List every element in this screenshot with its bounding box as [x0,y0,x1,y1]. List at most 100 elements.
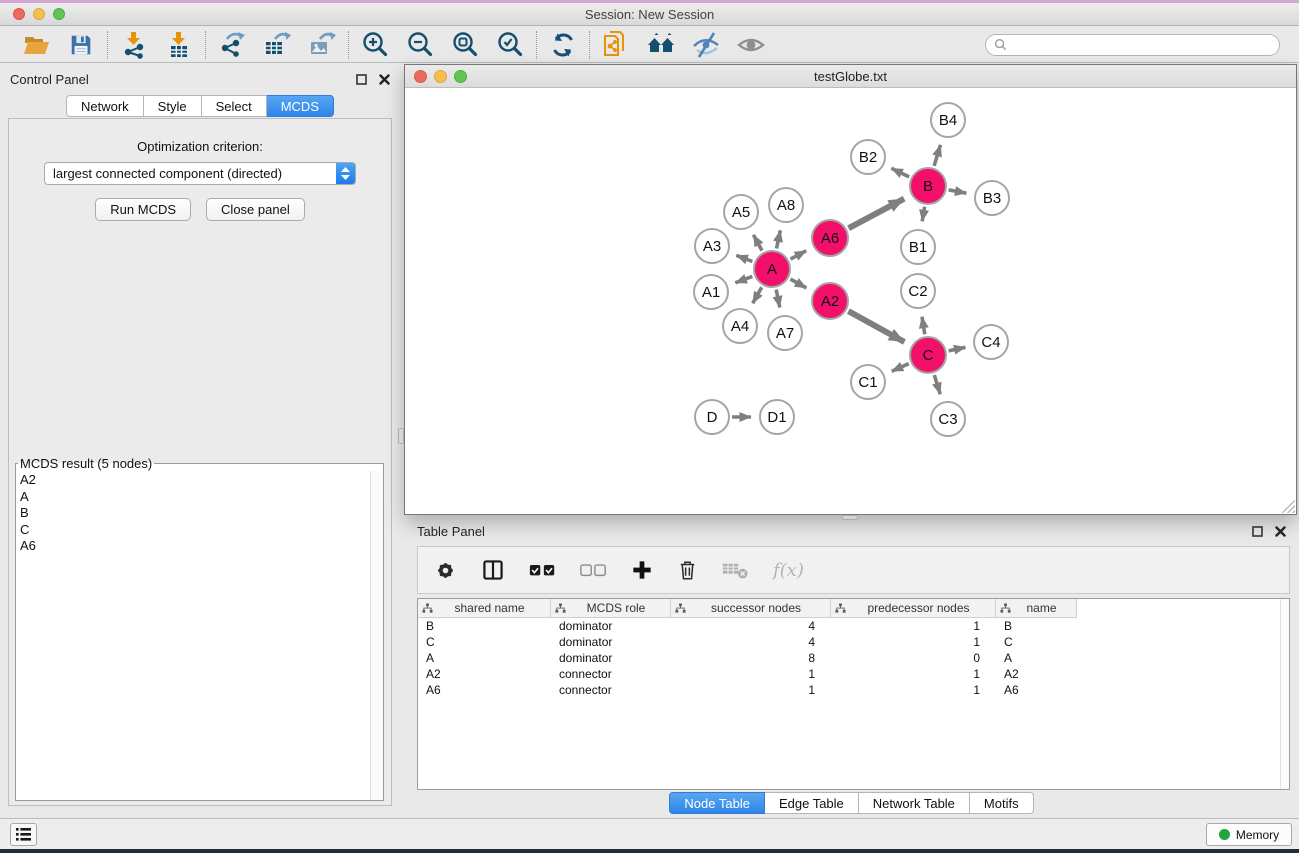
graph-edge-B-B1[interactable] [922,207,924,222]
table-cell[interactable]: 0 [831,650,996,666]
zoom-selected-icon[interactable] [494,30,526,60]
graph-node-D1[interactable]: D1 [760,400,794,434]
graph-edge-A-A8[interactable] [777,230,781,248]
table-cell[interactable]: 4 [671,618,831,634]
run-mcds-button[interactable]: Run MCDS [95,198,191,221]
graph-edge-A-A2[interactable] [790,279,806,288]
search-input[interactable] [1012,38,1271,52]
table-cell[interactable]: A6 [996,682,1077,698]
import-table-icon[interactable] [163,30,195,60]
graph-node-A1[interactable]: A1 [694,275,728,309]
result-list-item[interactable]: B [20,505,379,522]
tab-style[interactable]: Style [144,95,202,117]
graph-node-A6[interactable]: A6 [812,220,848,256]
search-field[interactable] [985,34,1280,56]
graph-edge-B-B4[interactable] [934,145,940,166]
table-cell[interactable]: A6 [418,682,551,698]
node-table[interactable]: shared nameMCDS rolesuccessor nodesprede… [417,598,1290,790]
result-scrollbar[interactable] [370,471,383,800]
table-cell[interactable]: B [996,618,1077,634]
table-row[interactable]: Cdominator41C [418,634,1289,650]
close-panel-button[interactable]: Close panel [206,198,305,221]
graph-node-A3[interactable]: A3 [695,229,729,263]
table-cell[interactable]: dominator [551,618,671,634]
table-cell[interactable]: dominator [551,650,671,666]
optimization-criterion-select[interactable]: largest connected component (directed) [44,162,356,185]
graph-node-B[interactable]: B [910,168,946,204]
graph-node-B1[interactable]: B1 [901,230,935,264]
graph-node-C[interactable]: C [910,337,946,373]
graph-node-C1[interactable]: C1 [851,365,885,399]
network-window-titlebar[interactable]: testGlobe.txt [405,65,1296,88]
show-columns-icon[interactable] [481,558,505,582]
graph-edge-A-A5[interactable] [753,235,762,251]
graph-edge-A-A6[interactable] [791,251,807,259]
export-table-icon[interactable] [261,30,293,60]
table-row[interactable]: Bdominator41B [418,618,1289,634]
close-window-icon[interactable] [13,8,25,20]
network-close-icon[interactable] [414,70,427,83]
network-zoom-icon[interactable] [454,70,467,83]
graph-node-B2[interactable]: B2 [851,140,885,174]
table-cell[interactable]: dominator [551,634,671,650]
function-builder-icon[interactable]: f(x) [773,560,804,581]
graph-edge-A-A3[interactable] [736,255,752,261]
table-cell[interactable]: connector [551,682,671,698]
table-cell[interactable]: 8 [671,650,831,666]
column-header-successor-nodes[interactable]: successor nodes [671,599,831,618]
graph-edge-C-C1[interactable] [892,364,909,372]
table-cell[interactable]: B [418,618,551,634]
delete-table-icon[interactable] [722,561,749,580]
graph-edge-C-C4[interactable] [949,347,966,351]
zoom-in-icon[interactable] [359,30,391,60]
table-cell[interactable]: 1 [831,666,996,682]
delete-columns-trash-icon[interactable] [677,559,698,582]
memory-button[interactable]: Memory [1206,823,1292,846]
graph-node-B4[interactable]: B4 [931,103,965,137]
graph-edge-A6-B[interactable] [849,199,905,229]
select-all-checkboxes-icon[interactable] [529,563,556,577]
graph-edge-A-A7[interactable] [776,290,780,308]
show-all-eye-icon[interactable] [735,30,767,60]
graph-node-A[interactable]: A [754,251,790,287]
close-panel-icon[interactable] [1275,526,1286,537]
table-cell[interactable]: A2 [418,666,551,682]
export-image-icon[interactable] [306,30,338,60]
first-neighbors-icon[interactable] [645,30,677,60]
graph-node-A4[interactable]: A4 [723,309,757,343]
graph-edge-B-B2[interactable] [891,168,909,177]
network-minimize-icon[interactable] [434,70,447,83]
vertical-splitter-handle[interactable] [398,428,404,444]
open-file-icon[interactable] [20,30,52,60]
network-canvas[interactable]: B4B2BB3A8A5A6A3B1AC2A1A2A4A7C4CC1DD1C3 [405,88,1296,514]
deselect-all-checkboxes-icon[interactable] [580,563,607,577]
column-header-name[interactable]: name [996,599,1077,618]
graph-node-A7[interactable]: A7 [768,316,802,350]
column-header-MCDS-role[interactable]: MCDS role [551,599,671,618]
graph-edge-C-C2[interactable] [922,317,925,335]
table-cell[interactable]: A2 [996,666,1077,682]
window-resize-grip[interactable] [1282,500,1295,513]
graph-edge-A-A4[interactable] [753,287,762,303]
graph-edge-A2-C[interactable] [848,311,904,342]
table-cell[interactable]: 1 [671,666,831,682]
graph-edge-C-C3[interactable] [934,375,940,394]
column-header-shared-name[interactable]: shared name [418,599,551,618]
tab-network[interactable]: Network [66,95,144,117]
import-network-icon[interactable] [118,30,150,60]
graph-node-B3[interactable]: B3 [975,181,1009,215]
result-list-item[interactable]: A2 [20,472,379,489]
table-cell[interactable]: A [996,650,1077,666]
graph-edge-B-B3[interactable] [949,190,967,193]
graph-edge-A-A1[interactable] [735,276,752,282]
graph-node-C4[interactable]: C4 [974,325,1008,359]
minimize-window-icon[interactable] [33,8,45,20]
result-list-item[interactable]: A6 [20,538,379,555]
graph-node-D[interactable]: D [695,400,729,434]
table-cell[interactable]: A [418,650,551,666]
add-column-icon[interactable] [631,559,653,581]
save-session-icon[interactable] [65,30,97,60]
graph-node-A8[interactable]: A8 [769,188,803,222]
tab-select[interactable]: Select [202,95,267,117]
task-history-button[interactable] [10,823,37,846]
